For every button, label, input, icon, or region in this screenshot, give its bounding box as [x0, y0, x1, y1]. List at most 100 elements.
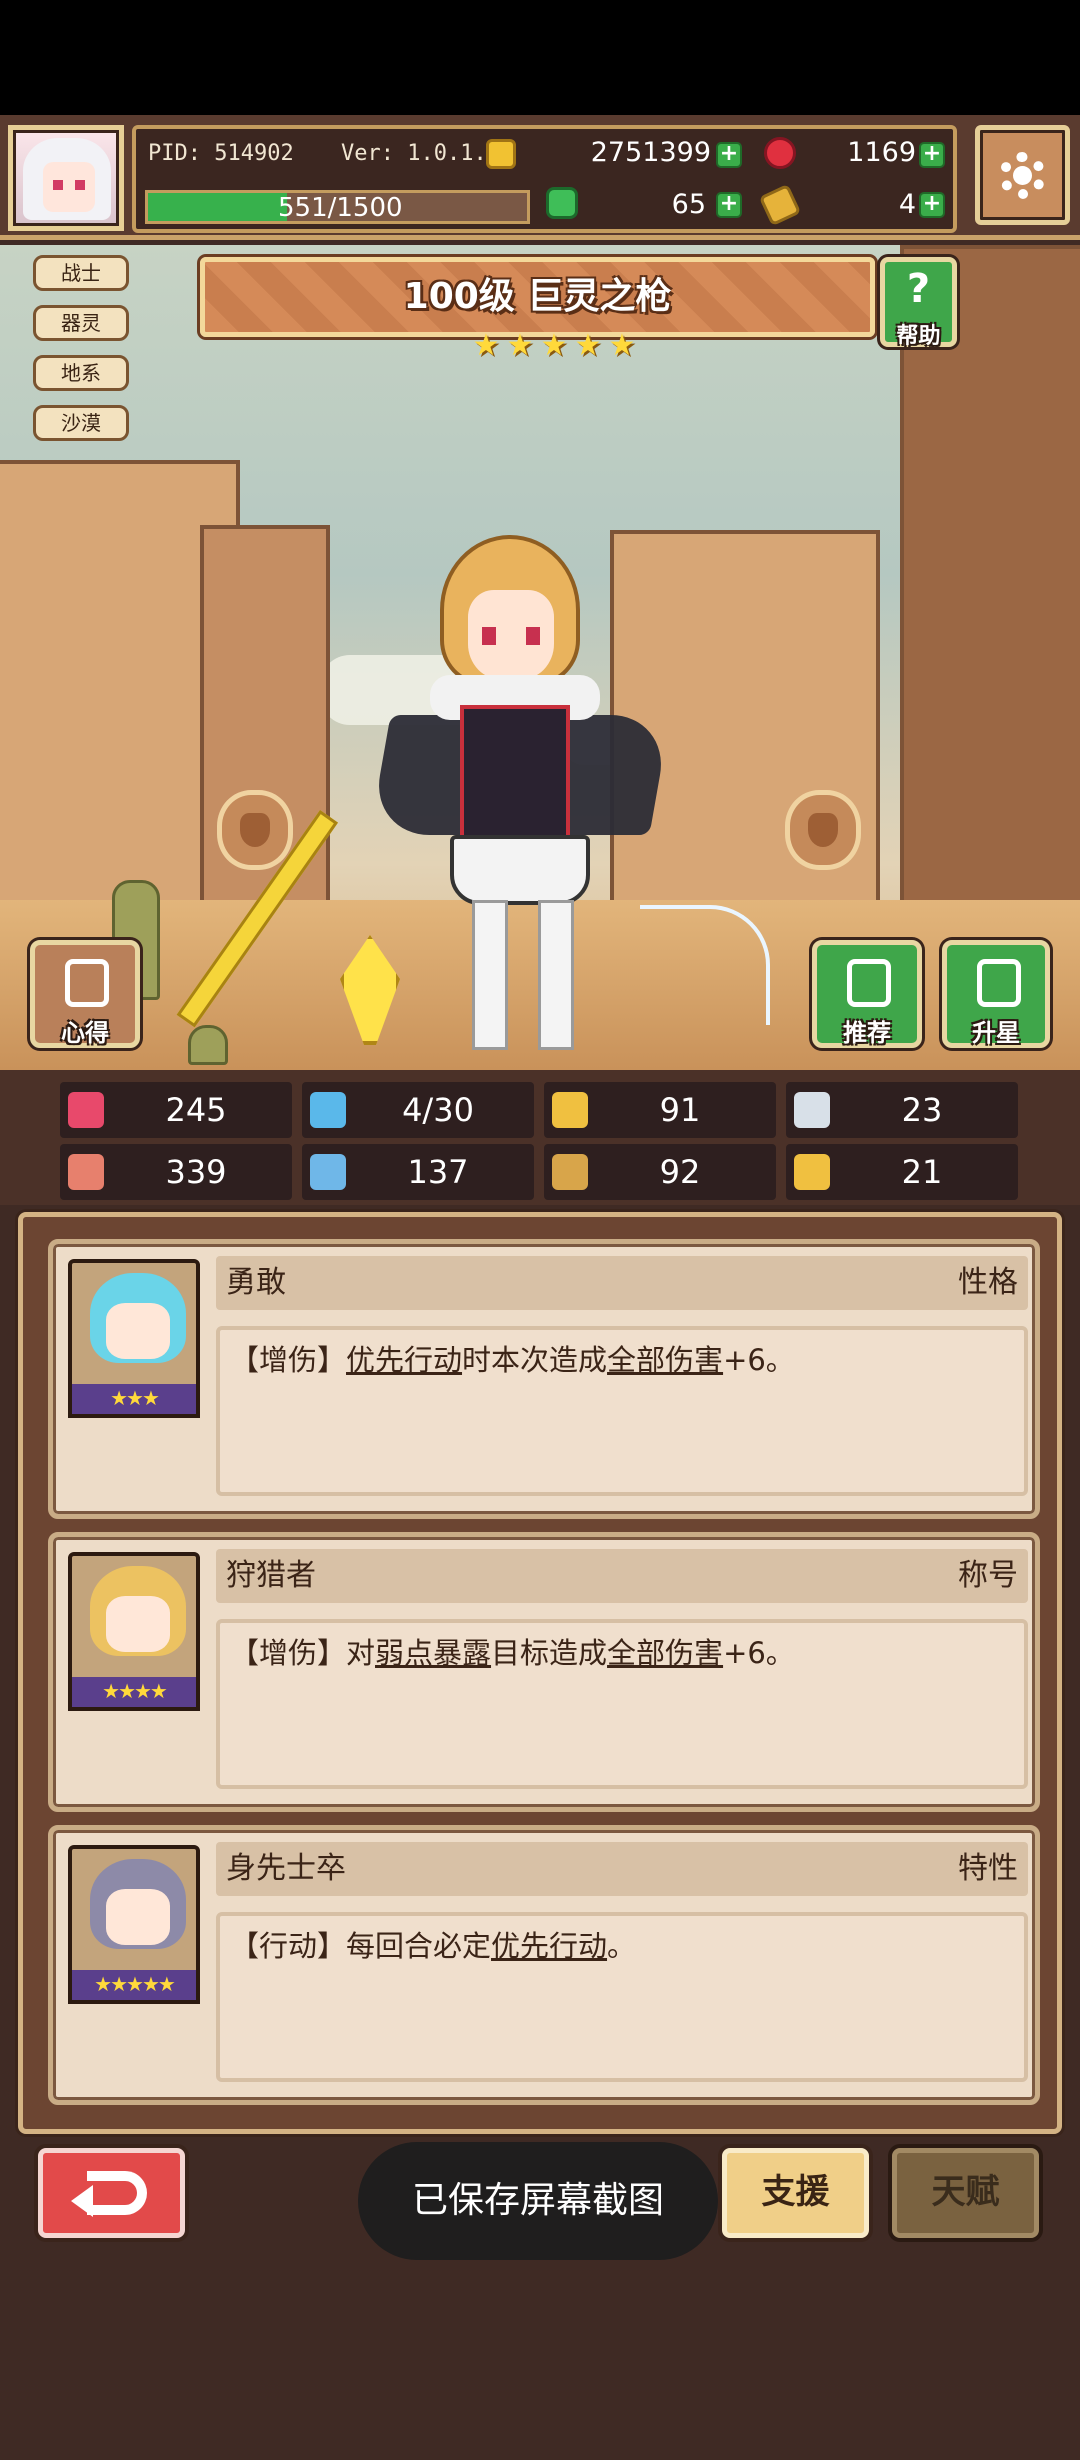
help-button[interactable]: ? 帮助	[880, 257, 957, 349]
desc-prefix: 【增伤】对	[230, 1636, 376, 1670]
thumbs-up-icon	[847, 959, 891, 1007]
star-icon: ★	[574, 328, 602, 363]
desc-suffix: +6。	[723, 1343, 795, 1377]
clover-icon	[546, 187, 578, 219]
stat-value: 137	[407, 1153, 469, 1191]
experience-text: 551/1500	[278, 193, 403, 223]
trait-description-box: 【增伤】对弱点暴露目标造成全部伤害+6。	[216, 1619, 1028, 1789]
recommend-label: 推荐	[843, 1019, 891, 1047]
stat-luck: 21	[786, 1144, 1018, 1200]
stat-value: 339	[165, 1153, 227, 1191]
player-id: PID: 514902	[148, 141, 294, 166]
stat-defense: 91	[544, 1082, 776, 1138]
return-arrow-tip	[71, 2185, 93, 2217]
trait-card-personality[interactable]: ★★★ 勇敢 性格 【增伤】优先行动时本次造成全部伤害+6。	[48, 1239, 1040, 1519]
add-ticket-button[interactable]: +	[919, 192, 945, 218]
hero-face	[468, 590, 554, 680]
trait-card-feature[interactable]: ★★★★★ 身先士卒 特性 【行动】每回合必定优先行动。	[48, 1825, 1040, 2105]
stat-value: 21	[901, 1153, 943, 1191]
shield-icon	[552, 1092, 588, 1128]
add-clover-button[interactable]: +	[716, 192, 742, 218]
hero-star-rating: ★ ★ ★ ★ ★	[470, 330, 638, 364]
stat-speed: 92	[544, 1144, 776, 1200]
cactus	[188, 1025, 228, 1065]
keyword-link[interactable]: 弱点暴露	[375, 1636, 491, 1670]
luck-icon	[794, 1154, 830, 1190]
keyword-link[interactable]: 全部伤害	[607, 1636, 723, 1670]
top-hud: PID: 514902 Ver: 1.0.1.2 2751399 + 1169 …	[0, 115, 1080, 240]
experience-bar-fill	[148, 193, 288, 221]
portrait-stars: ★★★★	[68, 1677, 200, 1711]
rock-formation-right	[900, 245, 1080, 945]
star-badge-icon	[977, 959, 1021, 1007]
settings-button[interactable]	[975, 125, 1070, 225]
stat-agility: 23	[786, 1082, 1018, 1138]
trait-type: 称号	[958, 1558, 1018, 1593]
screenshot-saved-toast: 已保存屏幕截图	[358, 2142, 718, 2260]
desc-suffix: +6。	[723, 1636, 795, 1670]
next-hero-button[interactable]	[785, 790, 861, 870]
stat-attack: 339	[60, 1144, 292, 1200]
avatar-eye-left	[53, 180, 63, 190]
back-button[interactable]	[38, 2148, 185, 2238]
trait-card-title[interactable]: ★★★★ 狩猎者 称号 【增伤】对弱点暴露目标造成全部伤害+6。	[48, 1532, 1040, 1812]
keyword-link[interactable]: 全部伤害	[607, 1343, 723, 1377]
star-up-button[interactable]: 升星	[942, 940, 1050, 1048]
portrait-face	[106, 1303, 170, 1359]
talent-button[interactable]: 天赋	[892, 2148, 1039, 2238]
add-gold-button[interactable]: +	[716, 142, 742, 168]
experience-bar: 551/1500	[145, 190, 530, 224]
recommend-button[interactable]: 推荐	[812, 940, 922, 1048]
hero-skirt	[450, 835, 590, 905]
trait-header: 狩猎者 称号	[216, 1549, 1028, 1603]
status-bar-area	[0, 0, 1080, 115]
help-label: 帮助	[896, 324, 941, 349]
trait-panel: ★★★ 勇敢 性格 【增伤】优先行动时本次造成全部伤害+6。 ★★★★ 狩猎者 …	[18, 1212, 1062, 2134]
trait-portrait	[68, 1552, 200, 1684]
trait-header: 勇敢 性格	[216, 1256, 1028, 1310]
avatar-face	[43, 162, 95, 212]
trait-portrait	[68, 1845, 200, 1977]
notes-button[interactable]: 心得	[30, 940, 140, 1048]
avatar-eye-right	[75, 180, 85, 190]
stat-value: 91	[659, 1091, 701, 1129]
clover-amount: 65	[671, 189, 706, 220]
trait-portrait	[68, 1259, 200, 1391]
tag-warrior: 战士	[33, 255, 129, 291]
game-version: Ver: 1.0.1.2	[341, 141, 500, 166]
notes-label: 心得	[61, 1019, 109, 1047]
portrait-face	[106, 1596, 170, 1652]
hero-leg-left	[472, 900, 508, 1050]
keyword-link[interactable]: 优先行动	[346, 1343, 462, 1377]
previous-hero-button[interactable]	[217, 790, 293, 870]
stat-value: 92	[659, 1153, 701, 1191]
star-icon: ★	[608, 328, 636, 363]
add-gem-button[interactable]: +	[919, 142, 945, 168]
hero-body	[460, 705, 570, 845]
support-button[interactable]: 支援	[722, 2148, 869, 2238]
trait-name: 身先士卒	[226, 1851, 346, 1886]
arrow-right-icon	[808, 813, 838, 847]
star-icon: ★	[540, 328, 568, 363]
trait-header: 身先士卒 特性	[216, 1842, 1028, 1896]
water-drop-icon	[310, 1092, 346, 1128]
trait-description: 【行动】每回合必定优先行动。	[230, 1926, 636, 1966]
player-avatar[interactable]	[8, 125, 124, 231]
gold-coin-icon	[486, 139, 516, 169]
return-arrow-icon	[87, 2171, 147, 2215]
trait-type: 性格	[958, 1265, 1018, 1300]
trait-description-box: 【行动】每回合必定优先行动。	[216, 1912, 1028, 2082]
portrait-stars: ★★★★★	[68, 1970, 200, 2004]
portrait-face	[106, 1889, 170, 1945]
star-up-label: 升星	[972, 1019, 1020, 1047]
trait-name: 狩猎者	[226, 1558, 316, 1593]
desc-prefix: 【增伤】	[230, 1343, 347, 1377]
tag-spirit: 器灵	[33, 305, 129, 341]
wing-icon	[794, 1092, 830, 1128]
hero-title: 100级 巨灵之枪	[403, 276, 672, 317]
desc-mid: 目标造成	[491, 1636, 608, 1670]
star-icon: ★	[472, 328, 500, 363]
keyword-link[interactable]: 优先行动	[491, 1929, 607, 1963]
tag-desert: 沙漠	[33, 405, 129, 441]
fist-icon	[68, 1154, 104, 1190]
